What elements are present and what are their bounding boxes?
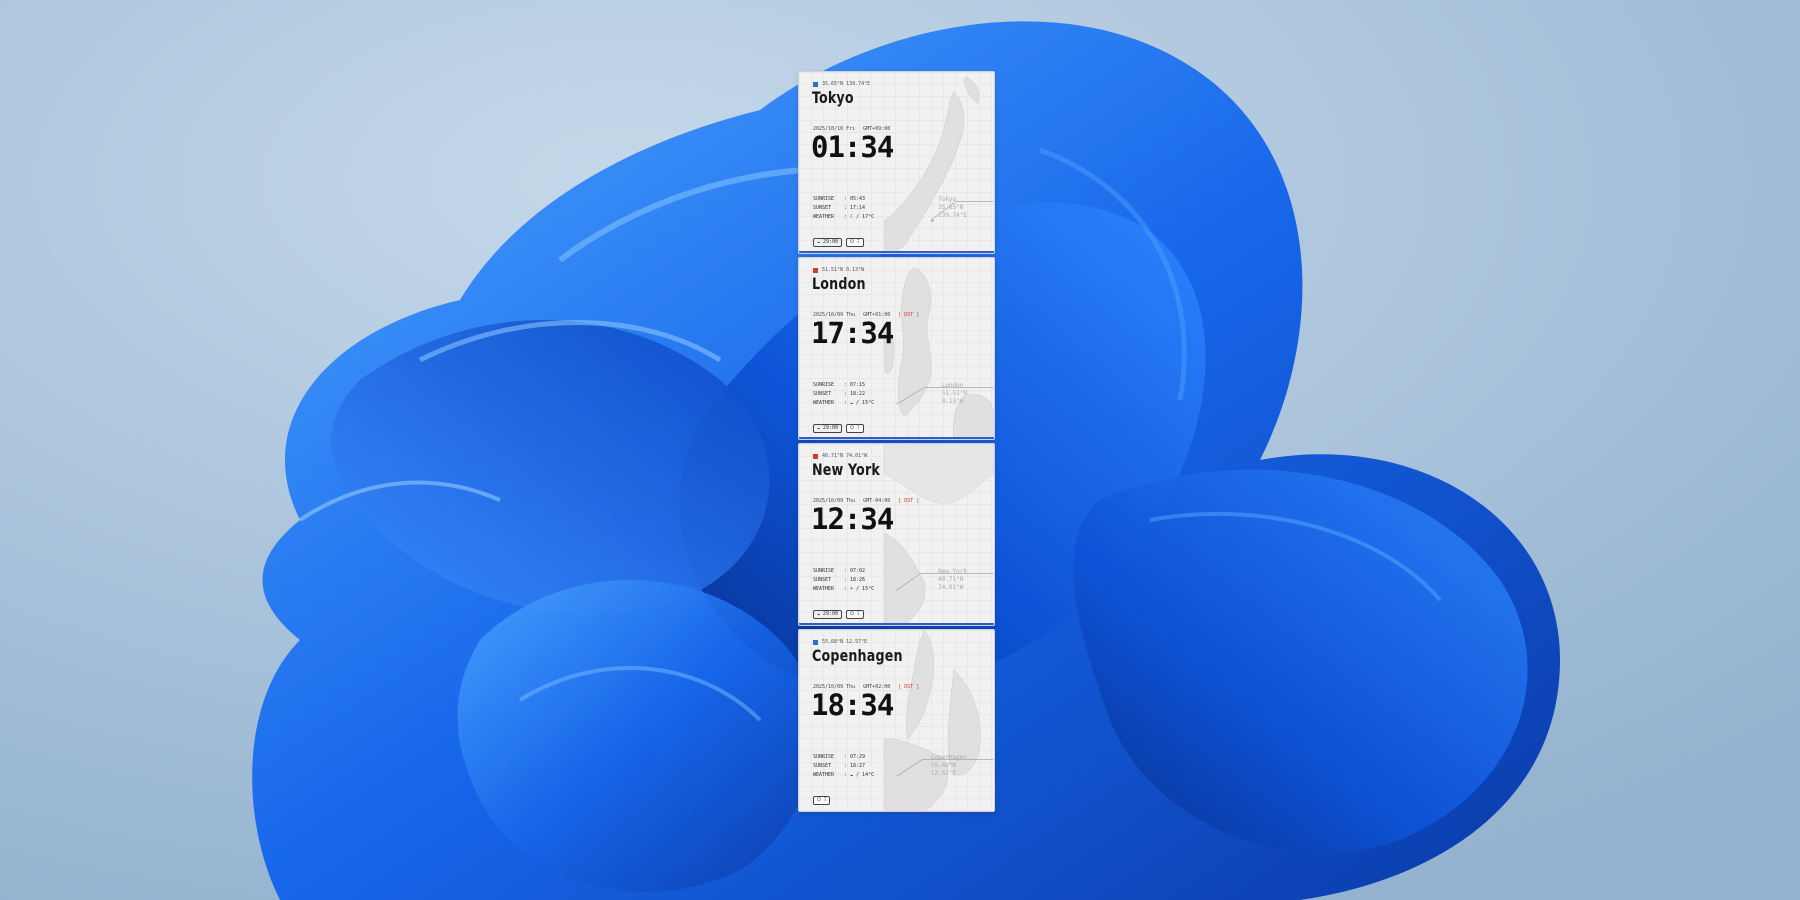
accent-bar	[799, 623, 994, 625]
city-name: Copenhagen	[812, 646, 903, 665]
coordinates-row: 55.68°N 12.57°E	[813, 639, 867, 645]
status-tags: ☁ 29:00 ⏻ ⁑	[813, 238, 864, 247]
sunrise-value: 07:15	[850, 382, 866, 388]
sunset-value: 18:22	[850, 391, 866, 397]
status-tags: ☁ 29:00 ⏻ ⁑	[813, 610, 864, 619]
weather-label: WEATHER	[813, 586, 835, 592]
map-city-label: London 51.51°N 0.13°W	[941, 382, 967, 405]
status-tag[interactable]: ☁ 29:00	[813, 610, 843, 619]
coordinates-text: 55.68°N 12.57°E	[822, 639, 868, 645]
dst-badge: [ DST ]	[898, 312, 920, 318]
coordinates-row: 51.51°N 0.13°W	[813, 267, 864, 273]
city-name: New York	[812, 460, 880, 479]
sun-weather-details: SUNRISE:07:15 SUNSET:18:22 WEATHER: ☁ / 1…	[813, 382, 875, 406]
status-tag[interactable]: ☁ 29:00	[813, 424, 843, 433]
dst-badge: [ DST ]	[898, 684, 920, 690]
status-tags: ☁ 29:00 ⏻ ⁑	[813, 424, 864, 433]
sunset-label: SUNSET	[813, 391, 832, 397]
map-city-label: Copenhagen 55.68°N 12.57°E	[930, 754, 967, 777]
accent-bar	[799, 251, 994, 253]
sunset-label: SUNSET	[813, 205, 832, 211]
sunset-label: SUNSET	[813, 763, 832, 769]
map-background: +	[884, 76, 994, 253]
clock-time: 18:34	[811, 688, 894, 722]
sunset-label: SUNSET	[813, 577, 832, 583]
weather-value: ☁ / 14°C	[850, 772, 875, 778]
sun-weather-details: SUNRISE:07:02 SUNSET:18:26 WEATHER: ☀ / 1…	[813, 568, 875, 592]
weather-label: WEATHER	[813, 772, 835, 778]
clock-time: 01:34	[811, 130, 894, 164]
map-city-label: Tokyo 35.65°N 139.74°E	[938, 196, 967, 219]
sunrise-label: SUNRISE	[813, 754, 835, 760]
coordinates-row: 35.65°N 139.74°E	[813, 81, 870, 87]
weather-value: ☾ / 17°C	[850, 214, 875, 220]
clock-card-london[interactable]: 51.51°N 0.13°W London 2025/10/09 Thu GMT…	[798, 257, 995, 440]
sunset-value: 18:26	[850, 577, 866, 583]
dst-badge: [ DST ]	[898, 498, 920, 504]
coordinates-row: 40.71°N 74.01°W	[813, 453, 867, 459]
clock-time: 12:34	[811, 502, 894, 536]
weather-label: WEATHER	[813, 400, 835, 406]
timezone-marker-icon	[813, 267, 818, 273]
timezone-marker-icon	[813, 639, 818, 645]
sunrise-label: SUNRISE	[813, 568, 835, 574]
sunset-value: 17:14	[850, 205, 866, 211]
sun-weather-details: SUNRISE:05:43 SUNSET:17:14 WEATHER: ☾ / 1…	[813, 196, 875, 220]
city-name: Tokyo	[812, 88, 854, 107]
weather-label: WEATHER	[813, 214, 835, 220]
world-clock-widget-stack: + 35.65°N 139.74°E Tokyo 2025/10/10 Fri …	[798, 71, 995, 813]
status-tag[interactable]: ⏻ ⁑	[813, 796, 831, 805]
clock-card-copenhagen[interactable]: 55.68°N 12.57°E Copenhagen 2025/10/09 Th…	[798, 629, 995, 812]
status-tag[interactable]: ⏻ ⁑	[846, 424, 864, 433]
coordinates-text: 40.71°N 74.01°W	[822, 453, 868, 459]
clock-time: 17:34	[811, 316, 894, 350]
clock-card-tokyo[interactable]: + 35.65°N 139.74°E Tokyo 2025/10/10 Fri …	[798, 71, 995, 254]
sunrise-label: SUNRISE	[813, 382, 835, 388]
weather-value: ☀ / 15°C	[850, 586, 875, 592]
coordinates-text: 35.65°N 139.74°E	[822, 81, 871, 87]
status-tags: ⏻ ⁑	[813, 796, 831, 805]
coordinates-text: 51.51°N 0.13°W	[822, 267, 865, 273]
sunrise-label: SUNRISE	[813, 196, 835, 202]
status-tag[interactable]: ⏻ ⁑	[846, 238, 864, 247]
sunset-value: 18:27	[850, 763, 866, 769]
status-tag[interactable]: ☁ 29:00	[813, 238, 843, 247]
status-tag[interactable]: ⏻ ⁑	[846, 610, 864, 619]
map-city-label: New York 40.71°N 74.01°W	[938, 568, 967, 591]
sunrise-value: 07:29	[850, 754, 866, 760]
sun-weather-details: SUNRISE:07:29 SUNSET:18:27 WEATHER: ☁ / 1…	[813, 754, 875, 778]
clock-card-new-york[interactable]: 40.71°N 74.01°W New York 2025/10/09 Thu …	[798, 443, 995, 626]
weather-value: ☁ / 15°C	[850, 400, 875, 406]
sunrise-value: 07:02	[850, 568, 866, 574]
map-background	[884, 444, 994, 625]
svg-text:+: +	[930, 218, 934, 224]
city-name: London	[812, 274, 866, 293]
timezone-marker-icon	[813, 453, 818, 459]
timezone-marker-icon	[813, 81, 818, 87]
sunrise-value: 05:43	[850, 196, 866, 202]
accent-bar	[799, 437, 994, 439]
map-background	[884, 267, 994, 439]
